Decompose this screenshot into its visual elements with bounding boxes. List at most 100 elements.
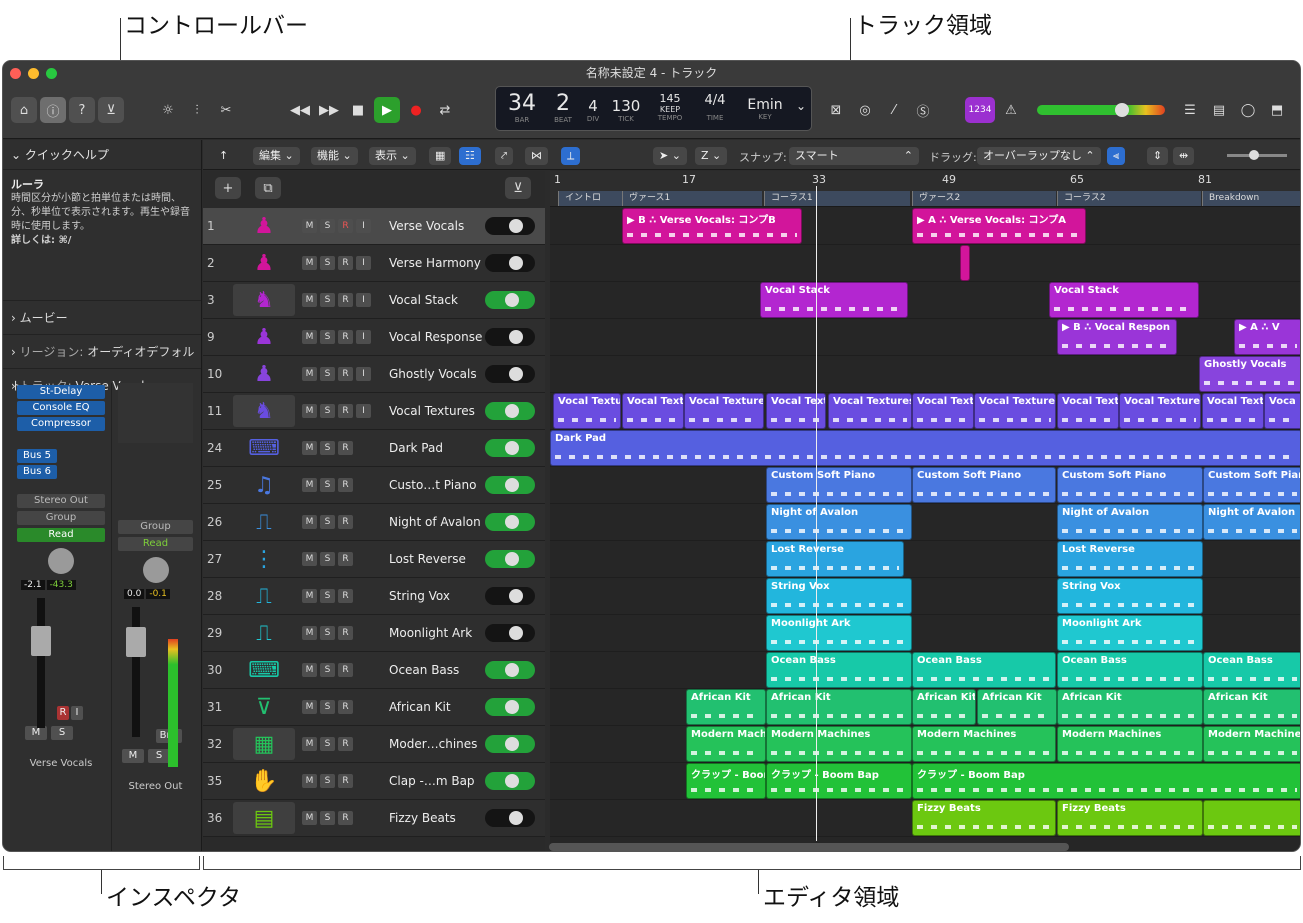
track-header[interactable]: 10 ♟ M S R I Ghostly Vocals <box>203 356 545 393</box>
region[interactable]: Custom Soft Pian <box>1203 467 1300 503</box>
view-menu[interactable]: 表示 ⌄ <box>369 147 416 165</box>
track-on-off-toggle[interactable] <box>485 624 535 642</box>
region[interactable]: クラップ - Boom Bap <box>912 763 1300 799</box>
region[interactable]: Ocean Bass <box>1203 652 1300 688</box>
solo-icon[interactable]: Ⓢ <box>910 97 936 123</box>
record-icon[interactable]: ● <box>403 97 429 123</box>
library-button-icon[interactable]: ⌂ <box>11 97 37 123</box>
track-header[interactable]: 26 ⎍ M S R Night of Avalon <box>203 504 545 541</box>
volume-fader[interactable] <box>126 607 146 737</box>
solo-button[interactable]: S <box>320 626 335 640</box>
solo-button[interactable]: S <box>320 367 335 381</box>
list-editors-icon[interactable]: ☰ <box>1177 97 1203 123</box>
region[interactable]: Modern Machines <box>1057 726 1203 762</box>
plugin-slot[interactable]: Console EQ <box>17 401 105 415</box>
duplicate-track-icon[interactable]: ⧉ <box>255 177 281 199</box>
track-on-off-toggle[interactable] <box>485 809 535 827</box>
track-on-off-toggle[interactable] <box>485 476 535 494</box>
plugin-slot[interactable]: Compressor <box>17 417 105 431</box>
mixer-icon[interactable]: ⫶ <box>184 97 210 123</box>
count-in-badge[interactable]: 1234 <box>965 97 995 123</box>
track-on-off-toggle[interactable] <box>485 439 535 457</box>
region[interactable]: African Kit <box>686 689 766 725</box>
region[interactable]: Ocean Bass <box>766 652 912 688</box>
playhead[interactable] <box>816 186 817 841</box>
region[interactable]: Lost Reverse <box>1057 541 1203 577</box>
mute-button[interactable]: M <box>302 515 317 529</box>
drag-select[interactable]: オーバーラップなし ⌃ <box>977 147 1101 165</box>
region[interactable]: ▶ B ∴ Vocal Respon <box>1057 319 1177 355</box>
track-on-off-toggle[interactable] <box>485 328 535 346</box>
region[interactable]: Vocal Textures <box>974 393 1056 429</box>
track-header[interactable]: 30 ⌨ M S R Ocean Bass <box>203 652 545 689</box>
record-button[interactable]: R <box>338 515 353 529</box>
track-lane[interactable] <box>550 319 1300 356</box>
track-on-off-toggle[interactable] <box>485 550 535 568</box>
track-on-off-toggle[interactable] <box>485 254 535 272</box>
solo-button[interactable]: S <box>148 749 170 763</box>
automation-mode[interactable]: Read <box>17 528 105 542</box>
track-header[interactable]: 27 ⋮ M S R Lost Reverse <box>203 541 545 578</box>
track-header[interactable]: 1 ♟ M S R I Verse Vocals <box>203 208 545 245</box>
record-button[interactable]: R <box>338 330 353 344</box>
vertical-zoom-icon[interactable]: ⇕ <box>1147 147 1169 165</box>
track-header[interactable]: 24 ⌨ M S R Dark Pad <box>203 430 545 467</box>
region[interactable]: Night of Avalon <box>1057 504 1203 540</box>
mute-button[interactable]: M <box>302 478 317 492</box>
movie-row[interactable]: › ムービー <box>3 300 201 334</box>
send-slot[interactable]: Bus 6 <box>17 465 57 479</box>
record-button[interactable]: R <box>338 700 353 714</box>
input-button[interactable]: I <box>356 330 371 344</box>
marker[interactable]: コーラス1 <box>764 191 910 206</box>
record-button[interactable]: R <box>338 811 353 825</box>
solo-button[interactable]: S <box>320 330 335 344</box>
automation-mode[interactable]: Read <box>118 537 193 551</box>
region[interactable]: Vocal Textures <box>828 393 912 429</box>
region[interactable]: ▶ A ∴ V <box>1234 319 1300 355</box>
marker[interactable]: ヴァース1 <box>622 191 762 206</box>
metronome-icon[interactable]: ⚠ <box>998 97 1024 123</box>
region[interactable]: Custom Soft Piano <box>1057 467 1203 503</box>
track-header[interactable]: 28 ⎍ M S R String Vox <box>203 578 545 615</box>
input-button[interactable]: I <box>356 293 371 307</box>
track-header[interactable]: 31 ⊽ M S R African Kit <box>203 689 545 726</box>
track-header[interactable]: 29 ⎍ M S R Moonlight Ark <box>203 615 545 652</box>
loop-browser-icon[interactable]: ◯ <box>1235 97 1261 123</box>
region[interactable]: クラップ - Boon <box>686 763 766 799</box>
inspector-button-icon[interactable]: ⓘ <box>40 97 66 123</box>
record-button[interactable]: R <box>338 478 353 492</box>
region[interactable]: Vocal Textures <box>1119 393 1201 429</box>
track-on-off-toggle[interactable] <box>485 217 535 235</box>
fader-cap[interactable] <box>126 627 146 657</box>
browsers-icon[interactable]: ⬒ <box>1264 97 1290 123</box>
record-button[interactable]: R <box>338 441 353 455</box>
record-button[interactable]: R <box>338 404 353 418</box>
solo-button[interactable]: S <box>320 774 335 788</box>
pan-knob-icon[interactable] <box>48 548 74 574</box>
master-volume-knob[interactable] <box>1115 103 1129 117</box>
mute-button[interactable]: M <box>302 811 317 825</box>
notepad-icon[interactable]: ▤ <box>1206 97 1232 123</box>
input-button[interactable]: I <box>356 219 371 233</box>
region[interactable]: Vocal Stack <box>1049 282 1199 318</box>
track-lane[interactable] <box>550 356 1300 393</box>
fast-forward-icon[interactable]: ▶▶ <box>316 97 342 123</box>
waveform-zoom-icon[interactable]: ⫷ <box>1107 147 1126 165</box>
zoom-slider[interactable] <box>1227 150 1287 160</box>
record-button[interactable]: R <box>338 219 353 233</box>
master-volume-slider[interactable] <box>1037 103 1165 117</box>
input-button[interactable]: I <box>356 256 371 270</box>
track-on-off-toggle[interactable] <box>485 291 535 309</box>
solo-button[interactable]: S <box>320 552 335 566</box>
lcd-display[interactable]: 34 BAR 2 BEAT 4 DIV 130 TICK 145 KEEP TEMPO 4/… <box>495 86 812 131</box>
track-on-off-toggle[interactable] <box>485 698 535 716</box>
region[interactable]: Vocal Text <box>1202 393 1264 429</box>
solo-button[interactable]: S <box>320 404 335 418</box>
record-button[interactable]: R <box>338 552 353 566</box>
back-arrow-icon[interactable]: ↑ <box>213 147 234 165</box>
group-slot[interactable]: Group <box>118 520 193 534</box>
mute-button[interactable]: M <box>302 663 317 677</box>
track-on-off-toggle[interactable] <box>485 402 535 420</box>
close-window-button[interactable] <box>10 68 21 79</box>
zoom-slider-knob[interactable] <box>1249 150 1259 160</box>
